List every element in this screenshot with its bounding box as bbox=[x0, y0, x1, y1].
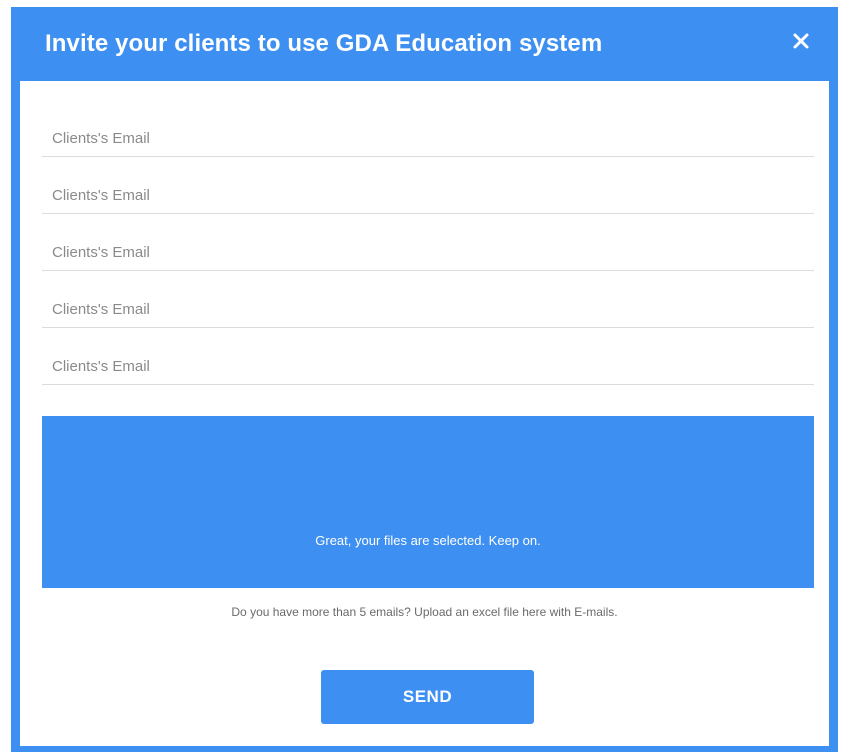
close-icon bbox=[793, 33, 809, 49]
dialog-body: Great, your files are selected. Keep on.… bbox=[20, 81, 829, 746]
upload-hint-text: Do you have more than 5 emails? Upload a… bbox=[231, 605, 618, 619]
client-email-field-5[interactable] bbox=[42, 328, 814, 385]
client-email-field-3[interactable] bbox=[42, 214, 814, 271]
send-button[interactable]: SEND bbox=[321, 670, 534, 724]
upload-status-message: Great, your files are selected. Keep on. bbox=[315, 533, 541, 548]
invite-dialog: Invite your clients to use GDA Education… bbox=[11, 7, 838, 752]
email-field-list bbox=[42, 100, 814, 385]
close-button[interactable] bbox=[788, 28, 814, 54]
client-email-field-4[interactable] bbox=[42, 271, 814, 328]
dialog-header: Invite your clients to use GDA Education… bbox=[11, 7, 838, 81]
file-upload-dropzone[interactable]: Great, your files are selected. Keep on. bbox=[42, 416, 814, 588]
client-email-field-1[interactable] bbox=[42, 100, 814, 157]
dialog-title: Invite your clients to use GDA Education… bbox=[45, 30, 603, 57]
client-email-field-2[interactable] bbox=[42, 157, 814, 214]
